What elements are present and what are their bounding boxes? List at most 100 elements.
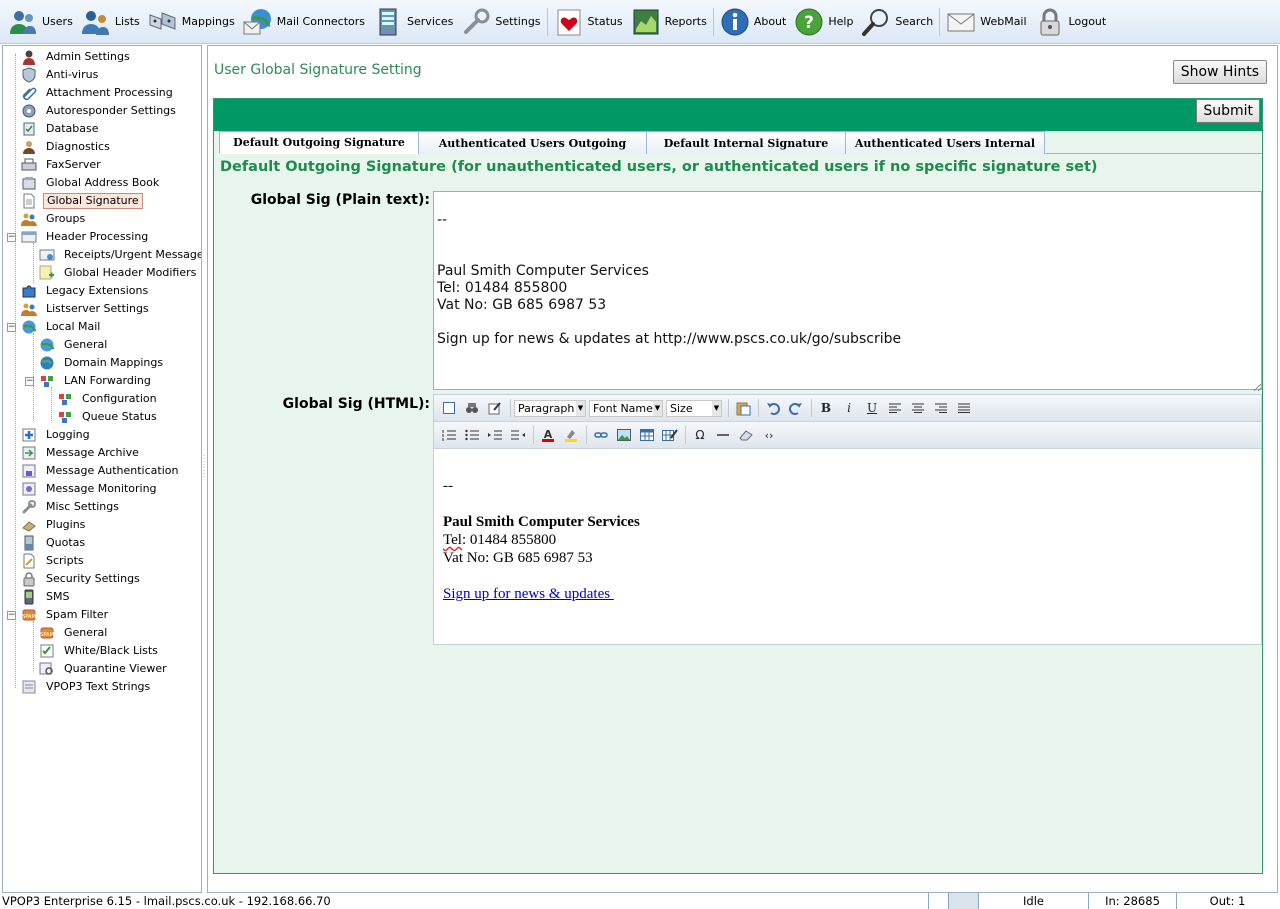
tree-item-attachment-processing[interactable]: Attachment Processing	[21, 84, 176, 102]
tree-item-message-archive[interactable]: Message Archive	[21, 444, 142, 462]
tree-item-anti-virus[interactable]: Anti-virus	[21, 66, 101, 84]
tree-item-logging[interactable]: Logging	[21, 426, 93, 444]
align-justify-icon[interactable]	[953, 398, 975, 418]
toolbar-webmail-button[interactable]: WebMail	[946, 2, 1027, 42]
image-icon[interactable]	[613, 425, 635, 445]
collapse-local-mail[interactable]: −	[7, 323, 16, 332]
tree-item-global-signature[interactable]: Global Signature	[21, 192, 143, 210]
paste-icon[interactable]	[732, 398, 754, 418]
tree-item-global-header-modifiers[interactable]: Global Header Modifiers	[39, 264, 199, 282]
tree-item-message-monitoring[interactable]: Message Monitoring	[21, 480, 160, 498]
format-select[interactable]: Paragraph ▼	[514, 399, 586, 417]
collapse-spam-filter[interactable]: −	[7, 611, 16, 620]
toolbar-label: Status	[587, 15, 623, 28]
tree-item-quotas[interactable]: Quotas	[21, 534, 88, 552]
tab-authenticated-users-outgoing[interactable]: Authenticated Users Outgoing	[418, 131, 647, 154]
tree-item-header-processing[interactable]: Header Processing	[21, 228, 151, 246]
tree-item-diagnostics[interactable]: Diagnostics	[21, 138, 113, 156]
tree-item-misc-settings[interactable]: Misc Settings	[21, 498, 122, 516]
font-size-select[interactable]: Size ▼	[666, 399, 722, 417]
tree-item-database[interactable]: Database	[21, 120, 102, 138]
tree-item-white-black-lists[interactable]: White/Black Lists	[39, 642, 161, 660]
toolbar-search-button[interactable]: Search	[861, 2, 933, 42]
table-icon[interactable]	[636, 425, 658, 445]
bold-icon[interactable]: B	[815, 398, 837, 418]
tree-item-global-address-book[interactable]: Global Address Book	[21, 174, 162, 192]
toolbar-mappings-button[interactable]: Mappings	[148, 2, 235, 42]
tree-item-local-mail[interactable]: Local Mail	[21, 318, 103, 336]
toolbar-about-button[interactable]: About	[720, 2, 786, 42]
tree-item-sms[interactable]: SMS	[21, 588, 72, 606]
html-sig-content[interactable]: -- Paul Smith Computer Services Tel: 014…	[434, 450, 1261, 644]
toolbar-status-button[interactable]: Status	[554, 2, 623, 42]
tree-item-local-mail-general[interactable]: General	[39, 336, 110, 354]
tree-item-queue-status[interactable]: Queue Status	[57, 408, 160, 426]
redo-icon[interactable]	[785, 398, 807, 418]
signature-tabs: Default Outgoing Signature Authenticated…	[219, 131, 1262, 154]
tree-item-groups[interactable]: Groups	[21, 210, 88, 228]
tree-item-quarantine-viewer[interactable]: Quarantine Viewer	[39, 660, 170, 678]
tree-item-spam-filter[interactable]: SPAM Spam Filter	[21, 606, 111, 624]
tree-item-lan-forwarding[interactable]: LAN Forwarding	[39, 372, 154, 390]
tree-item-legacy-extensions[interactable]: Legacy Extensions	[21, 282, 151, 300]
format-select-value: Paragraph	[518, 401, 575, 415]
undo-icon[interactable]	[762, 398, 784, 418]
toolbar-lists-button[interactable]: Lists	[81, 2, 140, 42]
tree-item-security-settings[interactable]: Security Settings	[21, 570, 143, 588]
horizontal-rule-icon[interactable]	[712, 425, 734, 445]
tree-item-faxserver[interactable]: FaxServer	[21, 156, 104, 174]
link-icon[interactable]	[590, 425, 612, 445]
table-edit-icon[interactable]	[659, 425, 681, 445]
highlight-color-icon[interactable]	[560, 425, 582, 445]
eraser-icon[interactable]	[735, 425, 757, 445]
align-left-icon[interactable]	[884, 398, 906, 418]
submit-button[interactable]: Submit	[1196, 99, 1260, 123]
toolbar-settings-button[interactable]: Settings	[461, 2, 541, 42]
source-icon[interactable]	[438, 398, 460, 418]
text-color-icon[interactable]: A	[537, 425, 559, 445]
toolbar-reports-button[interactable]: Reports	[631, 2, 707, 42]
align-right-icon[interactable]	[930, 398, 952, 418]
toolbar-services-button[interactable]: Services	[373, 2, 453, 42]
special-character-icon[interactable]: Ω	[689, 425, 711, 445]
tree-item-lan-configuration[interactable]: Configuration	[57, 390, 160, 408]
outdent-icon[interactable]	[507, 425, 529, 445]
puzzle-icon	[21, 283, 37, 299]
tree-item-vpop3-text-strings[interactable]: VPOP3 Text Strings	[21, 678, 153, 696]
underline-icon[interactable]: U	[861, 398, 883, 418]
collapse-header-processing[interactable]: −	[7, 233, 16, 242]
shield-icon	[21, 67, 37, 83]
tab-authenticated-users-internal[interactable]: Authenticated Users Internal	[845, 131, 1045, 154]
plain-sig-textarea[interactable]: -- Paul Smith Computer Services Tel: 014…	[433, 191, 1262, 390]
sig-tel-line: Tel: 01484 855800	[443, 531, 1252, 549]
collapse-lan-forwarding[interactable]: −	[25, 377, 34, 386]
textarea-resize-grip[interactable]	[1253, 381, 1262, 392]
italic-icon[interactable]: i	[838, 398, 860, 418]
numbered-list-icon[interactable]	[438, 425, 460, 445]
show-hints-button[interactable]: Show Hints	[1172, 60, 1267, 84]
tree-item-scripts[interactable]: Scripts	[21, 552, 87, 570]
tree-item-message-authentication[interactable]: Message Authentication	[21, 462, 181, 480]
indent-icon[interactable]	[484, 425, 506, 445]
font-name-select[interactable]: Font Name ▼	[589, 399, 663, 417]
toolbar-logout-button[interactable]: Logout	[1035, 2, 1106, 42]
code-view-icon[interactable]: ‹›	[758, 425, 780, 445]
splitter-handle[interactable]	[203, 455, 206, 479]
tree-item-domain-mappings[interactable]: Domain Mappings	[39, 354, 166, 372]
toolbar-mail-connectors-button[interactable]: Mail Connectors	[243, 2, 365, 42]
toolbar-users-button[interactable]: Users	[8, 2, 73, 42]
tree-item-autoresponder-settings[interactable]: Autoresponder Settings	[21, 102, 179, 120]
tab-default-internal-signature[interactable]: Default Internal Signature	[646, 131, 846, 154]
align-center-icon[interactable]	[907, 398, 929, 418]
bullet-list-icon[interactable]	[461, 425, 483, 445]
tab-default-outgoing-signature[interactable]: Default Outgoing Signature	[219, 131, 419, 154]
tree-item-spam-general[interactable]: SPAM General	[39, 624, 110, 642]
tree-item-plugins[interactable]: Plugins	[21, 516, 88, 534]
tree-item-receipts-urgent-messages[interactable]: Receipts/Urgent Messages	[39, 246, 201, 264]
sig-subscribe-link[interactable]: Sign up for news & updates	[443, 586, 614, 602]
edit-pen-icon[interactable]	[484, 398, 506, 418]
toolbar-help-button[interactable]: ? Help	[794, 2, 853, 42]
tree-item-admin-settings[interactable]: Admin Settings	[21, 48, 133, 66]
tree-item-listserver-settings[interactable]: Listserver Settings	[21, 300, 152, 318]
find-icon[interactable]	[461, 398, 483, 418]
